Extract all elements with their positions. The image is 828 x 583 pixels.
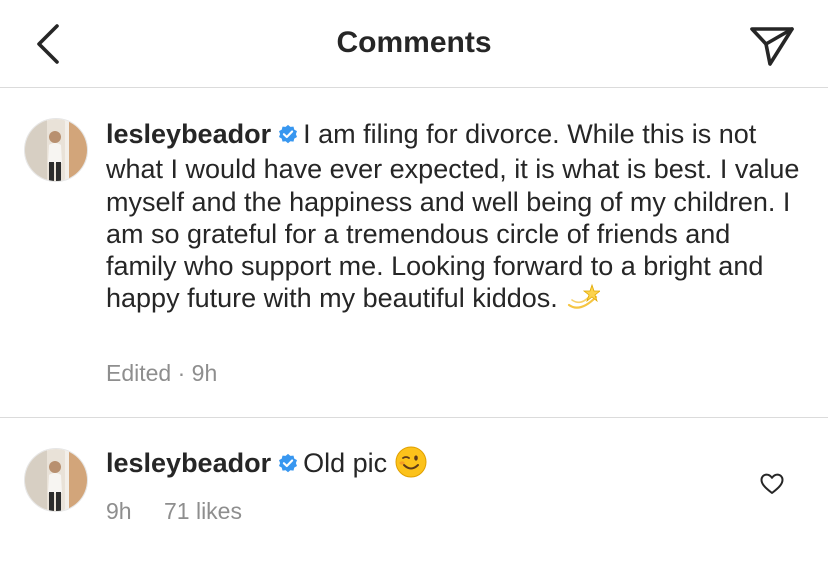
- comment-meta: 9h 71 likes: [106, 498, 242, 525]
- avatar[interactable]: [24, 448, 88, 512]
- comment-text: Old pic: [303, 448, 388, 478]
- reply-comment: lesleybeador Old pic 9h 71 likes: [0, 418, 828, 583]
- dizzy-star-emoji: [566, 283, 601, 320]
- comment-time: 9h: [106, 498, 132, 524]
- edited-label: Edited: [106, 360, 172, 386]
- avatar[interactable]: [24, 118, 88, 182]
- verified-badge-icon: [277, 450, 299, 482]
- username[interactable]: lesleybeador: [106, 448, 271, 478]
- page-title: Comments: [336, 26, 492, 59]
- comment-meta: Edited · 9h: [106, 360, 217, 387]
- comment-time: 9h: [191, 360, 218, 386]
- heart-outline-icon: [760, 473, 784, 494]
- verified-badge-icon: [277, 121, 299, 153]
- comment-body: lesleybeador I am filing for divorce. Whi…: [106, 118, 806, 321]
- meta-separator: ·: [177, 360, 186, 386]
- comment-body: lesleybeador Old pic: [106, 446, 806, 485]
- like-button[interactable]: [756, 468, 788, 500]
- paper-plane-icon: [750, 27, 794, 66]
- winking-face-emoji: [395, 446, 427, 485]
- avatar-photo: [25, 449, 87, 511]
- comments-header: Comments: [0, 0, 828, 88]
- caption-comment: lesleybeador I am filing for divorce. Whi…: [0, 88, 828, 418]
- back-button[interactable]: [22, 18, 74, 70]
- share-button[interactable]: [746, 20, 798, 72]
- likes-count[interactable]: 71 likes: [164, 498, 242, 524]
- username[interactable]: lesleybeador: [106, 119, 271, 149]
- chevron-left-icon: [37, 24, 59, 64]
- avatar-photo: [25, 119, 87, 181]
